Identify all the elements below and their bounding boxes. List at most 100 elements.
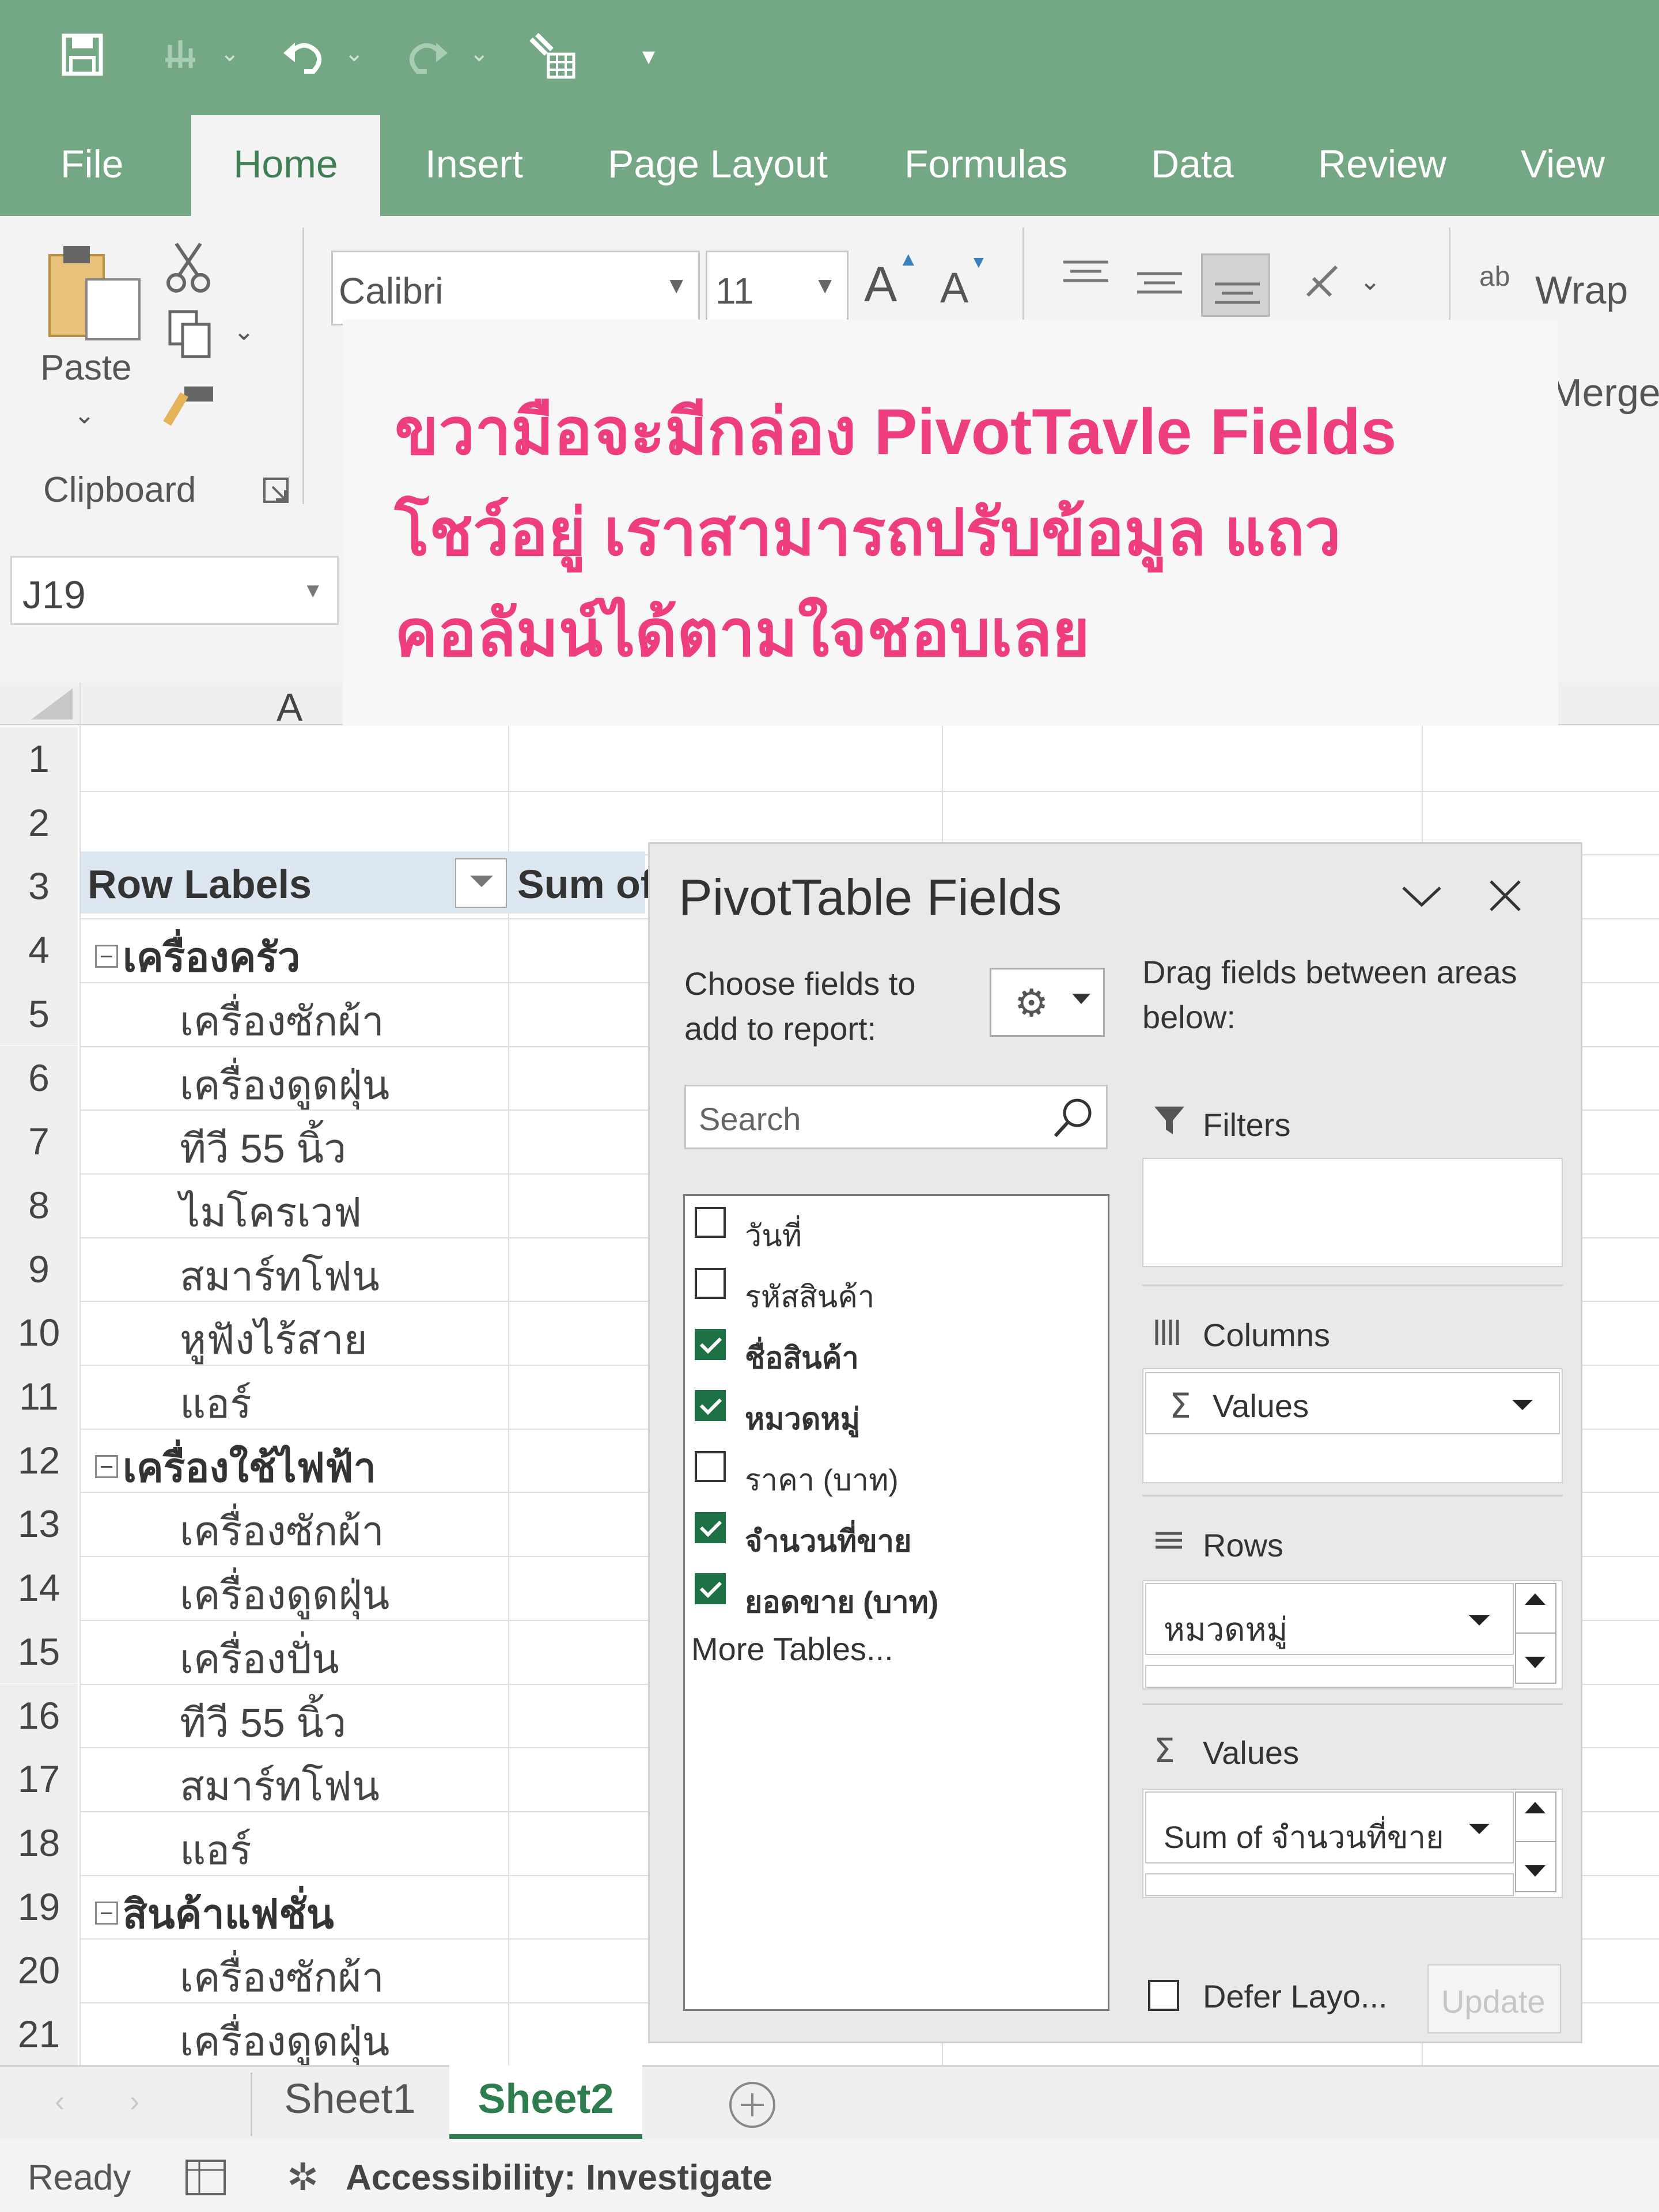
pivot-item-row[interactable]: เครื่องปั่น — [180, 1627, 339, 1691]
undo-icon[interactable] — [275, 28, 331, 83]
field-label[interactable]: ราคา (บาท) — [745, 1456, 899, 1503]
dropdown-arrow-icon[interactable]: ▼ — [813, 273, 836, 299]
tab-page-layout[interactable]: Page Layout — [608, 115, 828, 216]
paste-icon[interactable] — [46, 238, 144, 342]
field-checkbox[interactable] — [695, 1512, 726, 1543]
row-header[interactable]: 3 — [0, 854, 78, 919]
field-label[interactable]: วันที่ — [745, 1211, 802, 1259]
cut-icon[interactable] — [162, 238, 214, 296]
chevron-down-icon[interactable]: ⌄ — [74, 400, 95, 430]
copy-icon[interactable] — [164, 308, 216, 360]
grow-font-icon[interactable]: A — [864, 256, 897, 313]
field-checkbox[interactable] — [695, 1207, 726, 1238]
orientation-icon[interactable] — [1302, 261, 1354, 307]
font-name-box[interactable]: Calibri ▼ — [331, 251, 700, 325]
row-header[interactable]: 16 — [0, 1683, 78, 1748]
dialog-launcher-icon[interactable] — [262, 476, 291, 505]
more-tables-link[interactable]: More Tables... — [691, 1630, 893, 1668]
field-search-box[interactable]: Search — [684, 1085, 1108, 1149]
dropdown-arrow-icon[interactable] — [1469, 1615, 1490, 1626]
dropdown-arrow-icon[interactable]: ▼ — [302, 578, 323, 603]
macro-record-icon[interactable] — [183, 2157, 229, 2198]
row-header[interactable]: 2 — [0, 790, 78, 855]
row-header[interactable]: 15 — [0, 1619, 78, 1684]
sheet-tab-sheet1[interactable]: Sheet1 — [253, 2065, 446, 2139]
pivot-group-row[interactable]: เครื่องครัว — [95, 925, 300, 989]
row-header[interactable]: 17 — [0, 1747, 78, 1811]
row-header[interactable]: 7 — [0, 1109, 78, 1173]
field-label[interactable]: จำนวนที่ขาย — [745, 1517, 911, 1565]
field-checkbox[interactable] — [695, 1268, 726, 1299]
dropdown-arrow-icon[interactable] — [1512, 1400, 1533, 1410]
align-bottom-button[interactable] — [1201, 253, 1270, 317]
align-top-icon[interactable] — [1060, 256, 1112, 291]
scroll-up-icon[interactable] — [1525, 1593, 1546, 1605]
collapse-icon[interactable] — [95, 945, 118, 968]
merge-button[interactable]: Merge — [1550, 370, 1659, 415]
row-header[interactable]: 1 — [0, 727, 78, 791]
chevron-down-icon[interactable] — [1399, 878, 1445, 913]
values-field-sum[interactable]: Sum of จำนวนที่ขาย — [1145, 1791, 1514, 1863]
accessibility-status[interactable]: Accessibility: Investigate — [346, 2157, 772, 2198]
pivot-group-row[interactable]: เครื่องใช้ไฟฟ้า — [95, 1435, 376, 1499]
scroll-down-icon[interactable] — [1525, 1657, 1546, 1668]
field-checkbox[interactable] — [695, 1329, 726, 1360]
collapse-icon[interactable] — [95, 1455, 118, 1478]
defer-layout-checkbox[interactable] — [1148, 1980, 1179, 2011]
collapse-icon[interactable] — [95, 1901, 118, 1925]
field-label[interactable]: ยอดขาย (บาท) — [745, 1578, 938, 1626]
font-size-box[interactable]: 11 ▼ — [706, 251, 849, 325]
close-icon[interactable] — [1485, 876, 1525, 916]
format-table-icon[interactable] — [525, 28, 581, 83]
pivot-item-row[interactable]: เครื่องดูดฝุ่น — [180, 1563, 389, 1627]
pivot-item-row[interactable]: สมาร์ทโฟน — [180, 1244, 380, 1308]
row-header[interactable]: 8 — [0, 1173, 78, 1237]
pivot-group-row[interactable]: สินค้าแฟชั่น — [95, 1882, 334, 1946]
tab-review[interactable]: Review — [1318, 115, 1446, 216]
save-icon[interactable] — [55, 28, 110, 83]
accessibility-icon[interactable]: ✲ — [287, 2155, 319, 2199]
pivot-item-row[interactable]: ทีวี 55 นิ้ว — [180, 1116, 346, 1180]
row-header[interactable]: 14 — [0, 1556, 78, 1620]
add-sheet-icon[interactable] — [727, 2080, 778, 2130]
chevron-down-icon[interactable]: ⌄ — [469, 40, 489, 67]
pivot-item-row[interactable]: ทีวี 55 นิ้ว — [180, 1691, 346, 1755]
tab-data[interactable]: Data — [1151, 115, 1234, 216]
tab-formulas[interactable]: Formulas — [904, 115, 1067, 216]
row-header[interactable]: 19 — [0, 1874, 78, 1939]
sheet-tab-sheet2[interactable]: Sheet2 — [449, 2065, 642, 2139]
update-button[interactable]: Update — [1427, 1964, 1561, 2033]
pivot-item-row[interactable]: แอร์ — [180, 1818, 252, 1882]
chevron-down-icon[interactable]: ⌄ — [1359, 267, 1381, 296]
row-header[interactable]: 12 — [0, 1428, 78, 1493]
pivot-item-row[interactable]: ไมโครเวฟ — [180, 1180, 362, 1244]
scroll-left-icon[interactable]: ‹ — [55, 2084, 65, 2119]
row-header[interactable]: 21 — [0, 2002, 78, 2066]
row-header[interactable]: 11 — [0, 1365, 78, 1429]
wrap-text-icon[interactable]: ab — [1479, 261, 1510, 293]
row-labels-filter-button[interactable] — [455, 858, 507, 908]
pivot-item-row[interactable]: สมาร์ทโฟน — [180, 1754, 380, 1818]
rows-field-category[interactable]: หมวดหมู่ — [1145, 1583, 1514, 1655]
row-header[interactable]: 13 — [0, 1492, 78, 1556]
row-header[interactable]: 10 — [0, 1301, 78, 1365]
rows-scroll[interactable] — [1515, 1583, 1556, 1684]
customize-qat-icon[interactable]: ▾ — [642, 41, 655, 71]
tab-view[interactable]: View — [1521, 115, 1605, 216]
pivot-item-row[interactable]: เครื่องซักผ้า — [180, 989, 384, 1053]
field-checkbox[interactable] — [695, 1451, 726, 1482]
field-label[interactable]: หมวดหมู่ — [745, 1395, 860, 1442]
filters-drop-zone[interactable] — [1142, 1158, 1563, 1267]
select-all-corner[interactable] — [23, 686, 75, 721]
field-label[interactable]: ชื่อสินค้า — [745, 1334, 859, 1381]
shrink-font-icon[interactable]: A — [940, 263, 968, 312]
rows-field-second[interactable] — [1145, 1665, 1514, 1688]
column-header-a[interactable]: A — [276, 685, 302, 730]
chevron-down-icon[interactable]: ⌄ — [220, 40, 240, 67]
chevron-down-icon[interactable]: ⌄ — [233, 317, 255, 346]
touch-mode-icon[interactable] — [153, 28, 208, 83]
columns-field-values[interactable]: Σ Values — [1145, 1372, 1560, 1434]
name-box[interactable]: J19 ▼ — [10, 556, 339, 625]
field-checkbox[interactable] — [695, 1390, 726, 1421]
pivot-item-row[interactable]: หูฟังไร้สาย — [180, 1308, 368, 1372]
